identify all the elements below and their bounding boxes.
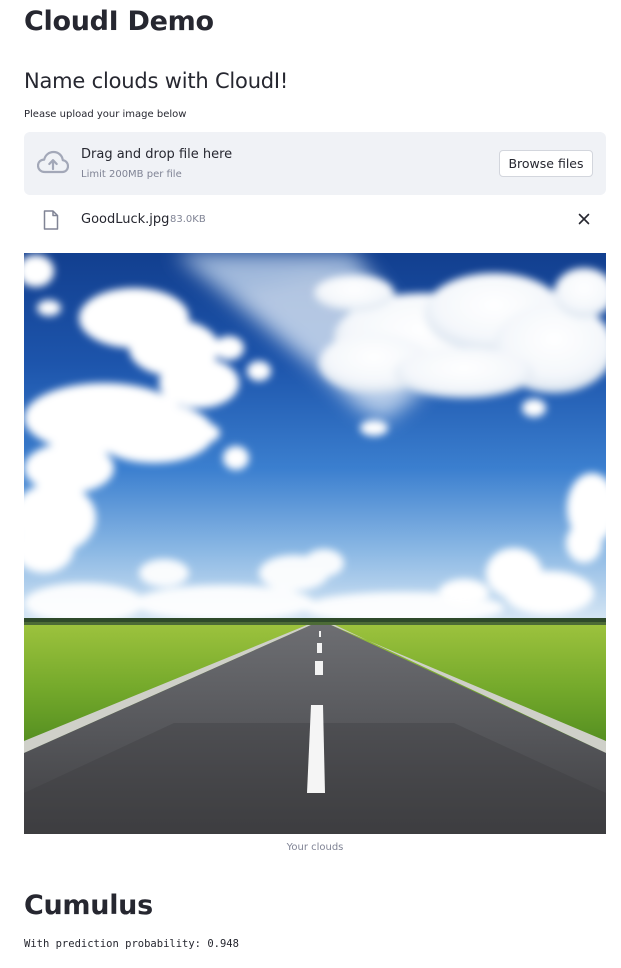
- probability-value: 0.948: [207, 938, 239, 950]
- browse-files-button[interactable]: Browse files: [499, 150, 593, 177]
- image-caption: Your clouds: [286, 842, 344, 853]
- close-icon[interactable]: [576, 211, 592, 227]
- landscape-photo: [24, 253, 606, 834]
- page-title: CloudI Demo: [24, 6, 214, 37]
- dropzone-limit: Limit 200MB per file: [81, 169, 182, 180]
- cloud-upload-icon: [37, 150, 69, 174]
- probability-prefix: With prediction probability:: [24, 938, 202, 950]
- uploaded-cloud-image: [24, 253, 606, 834]
- uploaded-file-item: GoodLuck.jpg 83.0KB: [24, 205, 606, 235]
- prediction-label: Cumulus: [24, 890, 153, 921]
- file-dropzone[interactable]: Drag and drop file here Limit 200MB per …: [24, 132, 606, 195]
- dropzone-instructions: Drag and drop file here: [81, 147, 233, 162]
- page-subheader: Name clouds with CloudI!: [24, 69, 289, 93]
- file-uploader-label: Please upload your image below: [24, 109, 187, 120]
- uploaded-file-name: GoodLuck.jpg: [81, 212, 170, 227]
- uploaded-file-size: 83.0KB: [170, 214, 206, 225]
- prediction-probability: With prediction probability: 0.948: [24, 938, 239, 950]
- file-icon: [43, 210, 59, 230]
